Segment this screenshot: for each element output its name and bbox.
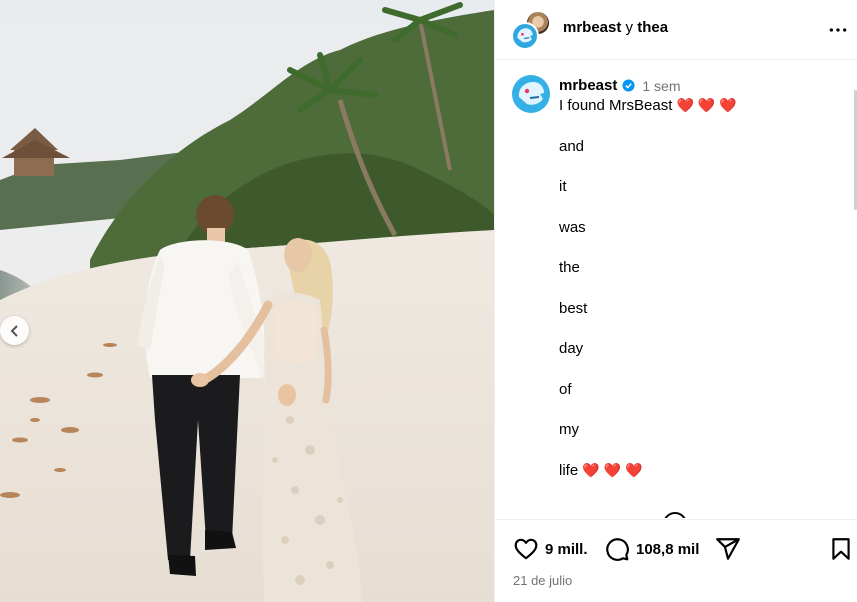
caption-avatar[interactable] xyxy=(512,75,550,113)
post-date[interactable]: 21 de julio xyxy=(513,573,572,588)
post-side-panel: mrbeast y thea mrbeast 1 sem I found Mrs… xyxy=(494,0,857,602)
previous-photo-button[interactable] xyxy=(0,316,29,345)
author-thea-link[interactable]: thea xyxy=(637,19,668,36)
more-options-button[interactable] xyxy=(826,18,850,42)
author-mrbeast-link[interactable]: mrbeast xyxy=(563,19,621,36)
panther-logo-icon xyxy=(517,28,533,43)
likes-count[interactable]: 9 mill. xyxy=(545,541,588,558)
heart-icon xyxy=(514,538,538,560)
post-photo[interactable] xyxy=(0,0,494,602)
comment-icon xyxy=(606,538,629,561)
post-header: mrbeast y thea xyxy=(495,0,857,60)
post-authors: mrbeast y thea xyxy=(563,19,668,36)
avatar-mrbeast[interactable] xyxy=(511,22,539,50)
comments-count[interactable]: 108,8 mil xyxy=(636,541,699,558)
caption-line: was xyxy=(559,218,586,236)
panther-logo-icon xyxy=(518,82,544,105)
comment-button[interactable]: 108,8 mil xyxy=(604,536,699,562)
share-icon xyxy=(716,538,740,560)
caption-line: day xyxy=(559,340,584,357)
chevron-left-icon xyxy=(10,324,18,337)
heart-emoji-group: ❤️ ❤️ ❤️ xyxy=(676,97,737,113)
more-horizontal-icon xyxy=(829,28,847,32)
caption-timestamp[interactable]: 1 sem xyxy=(642,78,680,94)
caption-line: life ❤️ ❤️ ❤️ xyxy=(559,461,643,479)
like-button[interactable]: 9 mill. xyxy=(513,536,588,562)
author-joiner: y xyxy=(625,19,634,36)
caption-line: the xyxy=(559,259,580,276)
collab-avatars[interactable] xyxy=(511,10,551,50)
verified-badge-icon xyxy=(622,79,635,92)
emoji-icon[interactable] xyxy=(663,512,687,518)
caption-username[interactable]: mrbeast xyxy=(559,77,617,94)
caption-line: it xyxy=(559,178,567,195)
caption-line: my xyxy=(559,421,579,438)
bookmark-icon xyxy=(832,538,850,560)
wedding-beach-photo xyxy=(0,0,494,602)
caption-line: and xyxy=(559,137,585,155)
caption-area: mrbeast 1 sem I found MrsBeast ❤️ ❤️ ❤️ … xyxy=(495,61,857,518)
heart-emoji-group: ❤️ ❤️ ❤️ xyxy=(582,461,643,478)
caption-line: I found MrsBeast ❤️ ❤️ ❤️ xyxy=(559,97,737,114)
save-button[interactable] xyxy=(828,536,854,562)
caption-line: of xyxy=(559,380,572,398)
caption-header: mrbeast 1 sem xyxy=(559,77,680,94)
caption-line: best xyxy=(559,299,588,317)
caption-text: I found MrsBeast ❤️ ❤️ ❤️ and it was the… xyxy=(559,97,737,502)
post-actions: 9 mill. 108,8 mil 21 de julio xyxy=(495,519,857,602)
share-button[interactable] xyxy=(715,536,741,562)
